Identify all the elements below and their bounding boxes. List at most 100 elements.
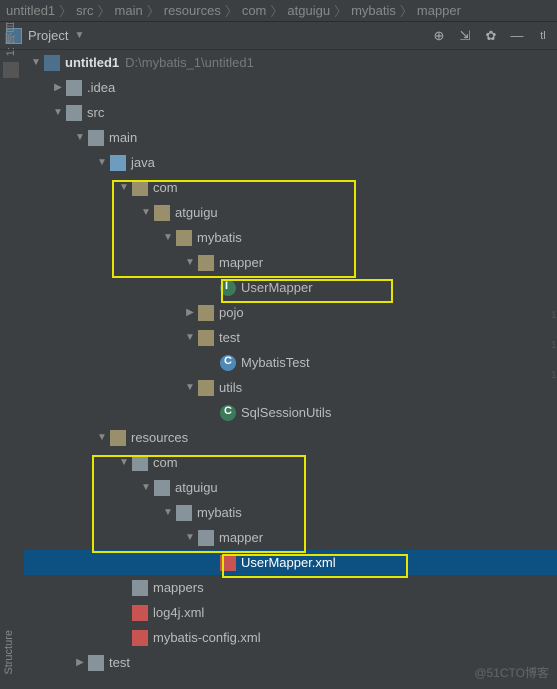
gutter-marks: 111 — [551, 300, 557, 390]
breadcrumb-segment[interactable]: untitled1 — [6, 3, 55, 18]
expand-arrow-icon[interactable] — [94, 432, 110, 443]
collapse-all-icon[interactable]: ⇲ — [457, 28, 473, 44]
tree-row[interactable]: atguigu — [24, 200, 557, 225]
sidebar-tab-project[interactable]: 1: 项目 — [3, 22, 19, 56]
breadcrumb[interactable]: untitled1 〉 src 〉 main 〉 resources 〉 com 〉 at… — [0, 0, 557, 22]
expand-arrow-icon[interactable] — [160, 232, 176, 243]
sidebar-icon[interactable] — [3, 62, 19, 78]
breadcrumb-segment[interactable]: src — [76, 3, 93, 18]
breadcrumb-segment[interactable]: mybatis — [351, 3, 396, 18]
expand-arrow-icon[interactable] — [116, 457, 132, 468]
tree-row[interactable]: com — [24, 175, 557, 200]
xml-icon — [132, 605, 148, 621]
tree-root[interactable]: untitled1 D:\mybatis_1\untitled1 — [24, 50, 557, 75]
expand-arrow-icon[interactable] — [182, 257, 198, 268]
tree-row[interactable]: log4j.xml — [24, 600, 557, 625]
pkg-icon — [198, 305, 214, 321]
pkg-icon — [198, 330, 214, 346]
tree-row[interactable]: mybatis — [24, 225, 557, 250]
tree-row[interactable]: main — [24, 125, 557, 150]
tree-row[interactable]: .idea — [24, 75, 557, 100]
tree-row[interactable]: mapper — [24, 250, 557, 275]
tree-row[interactable]: SqlSessionUtils — [24, 400, 557, 425]
pkg-icon — [198, 380, 214, 396]
pkg-icon — [176, 230, 192, 246]
tree-item-label: UserMapper.xml — [241, 555, 336, 570]
chevron-right-icon: 〉 — [225, 1, 238, 20]
tree-row[interactable]: MybatisTest — [24, 350, 557, 375]
pkg-icon — [198, 255, 214, 271]
tree-row[interactable]: com — [24, 450, 557, 475]
class-icon — [220, 405, 236, 421]
expand-arrow-icon[interactable] — [182, 532, 198, 543]
tree-item-label: mybatis — [197, 505, 242, 520]
expand-arrow-icon[interactable] — [50, 82, 66, 93]
expand-arrow-icon[interactable] — [94, 157, 110, 168]
expand-arrow-icon[interactable] — [72, 657, 88, 668]
gear-icon[interactable]: ✿ — [483, 28, 499, 44]
tree-row[interactable]: java — [24, 150, 557, 175]
expand-arrow-icon[interactable] — [50, 107, 66, 118]
folder-icon — [132, 580, 148, 596]
breadcrumb-segment[interactable]: com — [242, 3, 267, 18]
src-icon — [110, 155, 126, 171]
breadcrumb-segment[interactable]: atguigu — [287, 3, 330, 18]
tree-item-label: atguigu — [175, 205, 218, 220]
project-toolbar: Project ▼ ⊕ ⇲ ✿ — tl — [0, 22, 557, 50]
chevron-down-icon[interactable]: ▼ — [74, 30, 84, 41]
tree-row[interactable]: utils — [24, 375, 557, 400]
locate-icon[interactable]: ⊕ — [431, 28, 447, 44]
watermark: @51CTO博客 — [474, 664, 549, 681]
expand-arrow-icon[interactable] — [72, 132, 88, 143]
folder-icon — [88, 130, 104, 146]
tree-item-label: atguigu — [175, 480, 218, 495]
expand-arrow-icon[interactable] — [116, 182, 132, 193]
class-o-icon — [220, 355, 236, 371]
tree-item-label: src — [87, 105, 104, 120]
minimize-icon[interactable]: — — [509, 28, 525, 44]
chevron-right-icon: 〉 — [147, 1, 160, 20]
expand-arrow-icon[interactable] — [182, 332, 198, 343]
view-dropdown[interactable]: Project — [28, 28, 68, 43]
tree-row[interactable]: UserMapper.xml — [24, 550, 557, 575]
tree-item-label: pojo — [219, 305, 244, 320]
sidebar-tab-structure[interactable]: Structure — [3, 630, 15, 675]
chevron-right-icon: 〉 — [59, 1, 72, 20]
tl-icon[interactable]: tl — [535, 28, 551, 44]
tree-row[interactable]: mybatis-config.xml — [24, 625, 557, 650]
expand-arrow-icon[interactable] — [182, 307, 198, 318]
tree-item-label: com — [153, 180, 178, 195]
chevron-right-icon: 〉 — [400, 1, 413, 20]
expand-arrow-icon[interactable] — [160, 507, 176, 518]
tree-row[interactable]: mappers — [24, 575, 557, 600]
tree-row[interactable]: atguigu — [24, 475, 557, 500]
tree-item-label: log4j.xml — [153, 605, 204, 620]
tree-row[interactable]: test — [24, 325, 557, 350]
tree-item-label: UserMapper — [241, 280, 313, 295]
pkg-icon — [154, 205, 170, 221]
xml-icon — [132, 630, 148, 646]
expand-arrow-icon[interactable] — [138, 482, 154, 493]
tree-row[interactable]: src — [24, 100, 557, 125]
expand-arrow-icon[interactable] — [182, 382, 198, 393]
tree-item-label: main — [109, 130, 137, 145]
breadcrumb-segment[interactable]: mapper — [417, 3, 461, 18]
expand-arrow-icon[interactable] — [28, 57, 44, 68]
tree-row[interactable]: mybatis — [24, 500, 557, 525]
tree-item-label: java — [131, 155, 155, 170]
folder-icon — [66, 80, 82, 96]
tree-row[interactable]: mapper — [24, 525, 557, 550]
folder-icon — [154, 480, 170, 496]
tree-row[interactable]: resources — [24, 425, 557, 450]
tree-row[interactable]: UserMapper — [24, 275, 557, 300]
project-tree[interactable]: untitled1 D:\mybatis_1\untitled1 .idea sr… — [24, 50, 557, 689]
expand-arrow-icon[interactable] — [138, 207, 154, 218]
tree-item-label: SqlSessionUtils — [241, 405, 331, 420]
tree-row[interactable]: pojo — [24, 300, 557, 325]
module-icon — [44, 55, 60, 71]
chevron-right-icon: 〉 — [334, 1, 347, 20]
breadcrumb-segment[interactable]: main — [115, 3, 143, 18]
folder-icon — [198, 530, 214, 546]
tree-item-label: mapper — [219, 255, 263, 270]
breadcrumb-segment[interactable]: resources — [164, 3, 221, 18]
